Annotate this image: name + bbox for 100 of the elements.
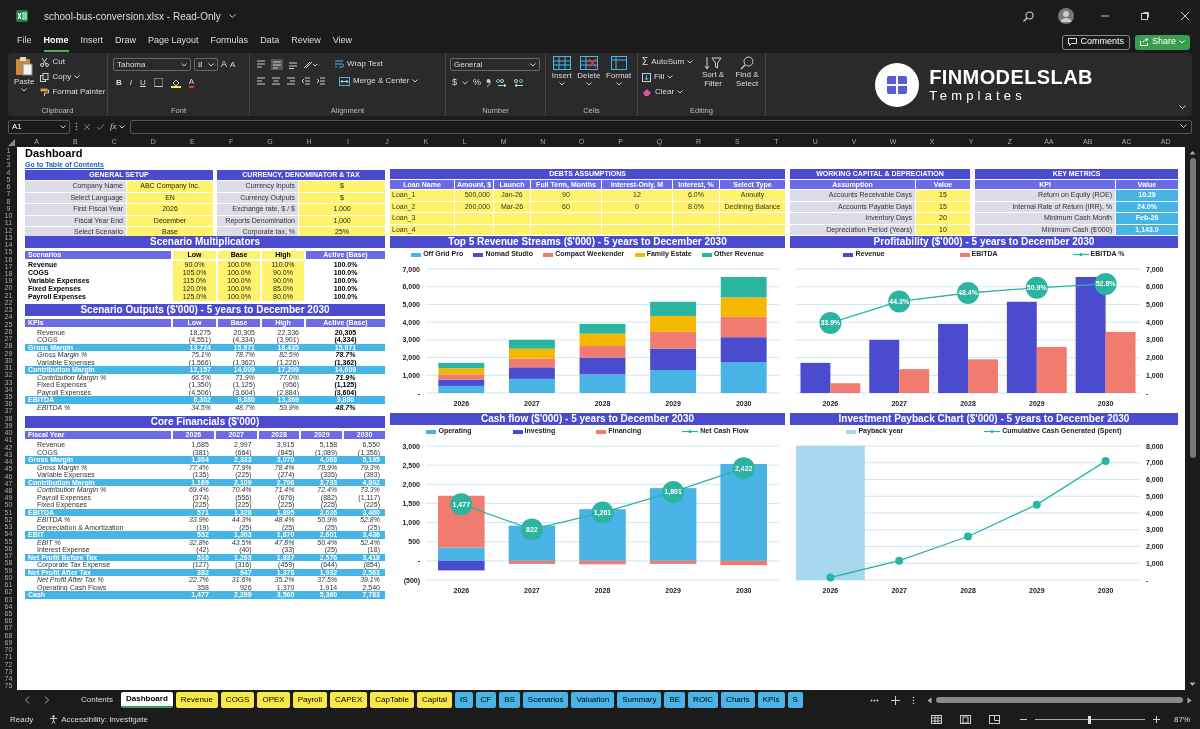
zoom-slider[interactable] bbox=[1035, 715, 1145, 724]
delete-cells-button[interactable]: Delete bbox=[577, 56, 601, 86]
scroll-right-icon[interactable] bbox=[1187, 696, 1192, 704]
fill-color-icon[interactable] bbox=[170, 77, 181, 88]
name-box[interactable]: A1 bbox=[8, 119, 70, 134]
chevron-right-icon[interactable] bbox=[44, 696, 50, 704]
sheet-tab[interactable]: Contents bbox=[76, 692, 119, 708]
format-cells-button[interactable]: Format bbox=[605, 56, 632, 86]
autosum-button[interactable]: Σ AutoSum bbox=[642, 56, 694, 68]
zoom-out-icon[interactable] bbox=[1020, 716, 1027, 723]
sheet-tab[interactable]: Revenue bbox=[175, 692, 218, 708]
sheet-tab[interactable]: CapTable bbox=[370, 692, 415, 708]
sheet-tab[interactable]: CAPEX bbox=[330, 692, 368, 708]
increase-indent-icon[interactable] bbox=[316, 76, 326, 86]
horizontal-scrollbar[interactable] bbox=[936, 697, 1183, 703]
menu-tab[interactable]: File bbox=[17, 32, 32, 52]
formula-input[interactable] bbox=[129, 119, 1192, 134]
italic-button[interactable]: I bbox=[129, 76, 132, 89]
page-layout-icon[interactable] bbox=[960, 715, 971, 724]
cut-button[interactable]: Cut bbox=[40, 56, 106, 68]
check-icon[interactable] bbox=[96, 122, 105, 131]
scroll-down-icon[interactable] bbox=[1189, 682, 1196, 687]
comments-button[interactable]: Comments bbox=[1062, 34, 1130, 50]
scroll-up-icon[interactable] bbox=[1189, 150, 1196, 155]
wrap-text-button[interactable]: Wrap Text bbox=[334, 58, 383, 70]
fill-button[interactable]: Fill bbox=[642, 71, 694, 83]
font-color-button[interactable]: A bbox=[188, 77, 195, 88]
add-sheet-icon[interactable] bbox=[891, 695, 900, 705]
collapse-ribbon-icon[interactable] bbox=[1179, 105, 1186, 110]
accessibility-status[interactable]: Accessibility: Investigate bbox=[61, 713, 148, 726]
menu-tab[interactable]: Insert bbox=[80, 32, 104, 52]
increase-decimal-icon[interactable] bbox=[496, 78, 509, 88]
sheet-tab[interactable]: IS bbox=[454, 692, 473, 708]
find-select-button[interactable]: Find & Select bbox=[733, 56, 761, 88]
borders-icon[interactable] bbox=[153, 78, 163, 87]
align-right-icon[interactable] bbox=[286, 76, 296, 86]
zoom-in-icon[interactable] bbox=[1153, 716, 1160, 723]
menu-tab[interactable]: Review bbox=[291, 32, 321, 52]
sheet-tab[interactable]: Scenarios bbox=[522, 692, 569, 708]
underline-button[interactable]: U bbox=[140, 76, 146, 89]
number-format-field[interactable]: General bbox=[450, 58, 540, 71]
align-middle-icon[interactable] bbox=[271, 58, 283, 70]
align-left-icon[interactable] bbox=[256, 76, 266, 86]
sheet-tab[interactable]: Valuation bbox=[571, 692, 615, 708]
zoom-level[interactable]: 87% bbox=[1174, 713, 1190, 726]
caret-icon[interactable] bbox=[462, 80, 468, 85]
menu-tab[interactable]: View bbox=[332, 32, 352, 52]
normal-view-icon[interactable] bbox=[931, 715, 942, 724]
sheet-tab[interactable]: Capital bbox=[417, 692, 452, 708]
align-bottom-icon[interactable] bbox=[288, 59, 298, 69]
format-painter-button[interactable]: Format Painter bbox=[40, 86, 106, 98]
chevron-left-icon[interactable] bbox=[24, 696, 30, 704]
sheet-tab[interactable]: S bbox=[787, 692, 803, 708]
currency-button[interactable]: $ bbox=[452, 76, 457, 90]
sheet-tab[interactable]: KPIs bbox=[757, 692, 785, 708]
menu-tab[interactable]: Data bbox=[260, 32, 280, 52]
insert-cells-button[interactable]: Insert bbox=[551, 56, 572, 86]
avatar-icon[interactable] bbox=[1058, 8, 1074, 24]
sheet-tab[interactable]: Payroll bbox=[292, 692, 328, 708]
insert-function-button[interactable]: fx bbox=[110, 119, 125, 134]
percent-button[interactable]: % bbox=[473, 76, 482, 90]
menu-tab[interactable]: Formulas bbox=[210, 32, 249, 52]
sheet-tab[interactable]: Charts bbox=[721, 692, 755, 708]
expand-icon[interactable] bbox=[1180, 124, 1187, 129]
search-icon[interactable] bbox=[1023, 10, 1034, 22]
vertical-scrollbar[interactable] bbox=[1189, 158, 1196, 458]
cancel-icon[interactable] bbox=[83, 122, 91, 131]
decrease-decimal-icon[interactable] bbox=[513, 78, 526, 88]
sort-filter-button[interactable]: Sort & Filter bbox=[699, 56, 728, 88]
sheet-tab[interactable]: BS bbox=[499, 692, 520, 708]
copy-button[interactable]: Copy bbox=[40, 71, 106, 83]
sheet-tab[interactable]: Dashboard bbox=[121, 692, 173, 708]
close-icon[interactable] bbox=[1180, 11, 1190, 21]
sheet-tab[interactable]: Summary bbox=[617, 692, 662, 708]
clear-button[interactable]: Clear bbox=[642, 86, 694, 98]
bold-button[interactable]: B bbox=[116, 76, 122, 89]
sheet-tab[interactable]: OPEX bbox=[257, 692, 290, 708]
decrease-indent-icon[interactable] bbox=[301, 76, 311, 86]
sheet-tab[interactable]: ROIC bbox=[688, 692, 719, 708]
maximize-icon[interactable] bbox=[1140, 11, 1150, 21]
scroll-left-icon[interactable] bbox=[927, 696, 932, 704]
shrink-font-button[interactable]: A bbox=[230, 58, 236, 71]
font-size-field[interactable]: 8 bbox=[194, 58, 218, 72]
font-name-field[interactable]: Tahoma bbox=[113, 58, 191, 72]
orientation-icon[interactable] bbox=[303, 59, 317, 69]
page-break-icon[interactable] bbox=[989, 715, 1000, 724]
caret-icon[interactable] bbox=[228, 13, 236, 19]
slider-thumb[interactable] bbox=[1088, 715, 1092, 724]
align-top-icon[interactable] bbox=[256, 59, 266, 69]
sheet-tab[interactable]: CF bbox=[475, 692, 497, 708]
accessibility-icon[interactable] bbox=[49, 715, 59, 724]
grow-font-button[interactable]: A bbox=[221, 58, 227, 72]
menu-tab[interactable]: Draw bbox=[115, 32, 137, 52]
menu-tab[interactable]: Page Layout bbox=[148, 32, 199, 52]
merge-center-button[interactable]: Merge & Center bbox=[339, 75, 419, 87]
paste-button[interactable]: Paste bbox=[14, 56, 35, 92]
more-sheets-icon[interactable] bbox=[870, 698, 879, 702]
align-center-icon[interactable] bbox=[271, 76, 281, 86]
sheet-tab[interactable]: COGS bbox=[220, 692, 255, 708]
sheet-tab[interactable]: BE bbox=[664, 692, 686, 708]
